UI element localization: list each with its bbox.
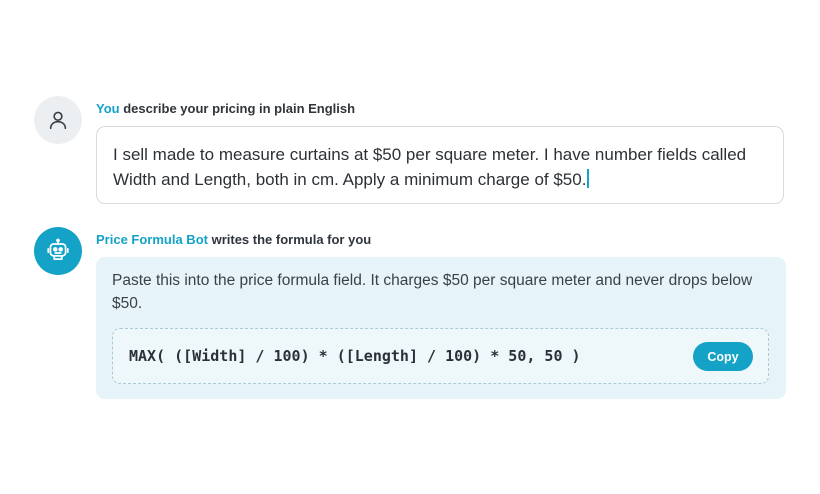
bot-avatar [34,227,82,275]
bot-message-bubble: Paste this into the price formula field.… [96,257,786,399]
text-caret [587,169,590,188]
copy-button[interactable]: Copy [693,342,753,371]
user-message-input[interactable]: I sell made to measure curtains at $50 p… [96,126,784,204]
user-avatar [34,96,82,144]
bot-message-text: Paste this into the price formula field.… [112,272,753,312]
bot-message-header: Price Formula Bot writes the formula for… [96,232,371,247]
formula-block: MAX( ([Width] / 100) * ([Length] / 100) … [112,328,769,384]
bot-sender-name: Price Formula Bot [96,232,208,247]
robot-icon [47,238,69,260]
bot-message-caption: writes the formula for you [207,232,372,247]
user-message-header: You describe your pricing in plain Engli… [96,101,355,116]
formula-code[interactable]: MAX( ([Width] / 100) * ([Length] / 100) … [129,347,581,365]
user-message-caption: describe your pricing in plain English [119,101,356,116]
user-message-text: I sell made to measure curtains at $50 p… [113,145,747,189]
user-sender-name: You [96,101,120,116]
user-icon [49,111,67,130]
